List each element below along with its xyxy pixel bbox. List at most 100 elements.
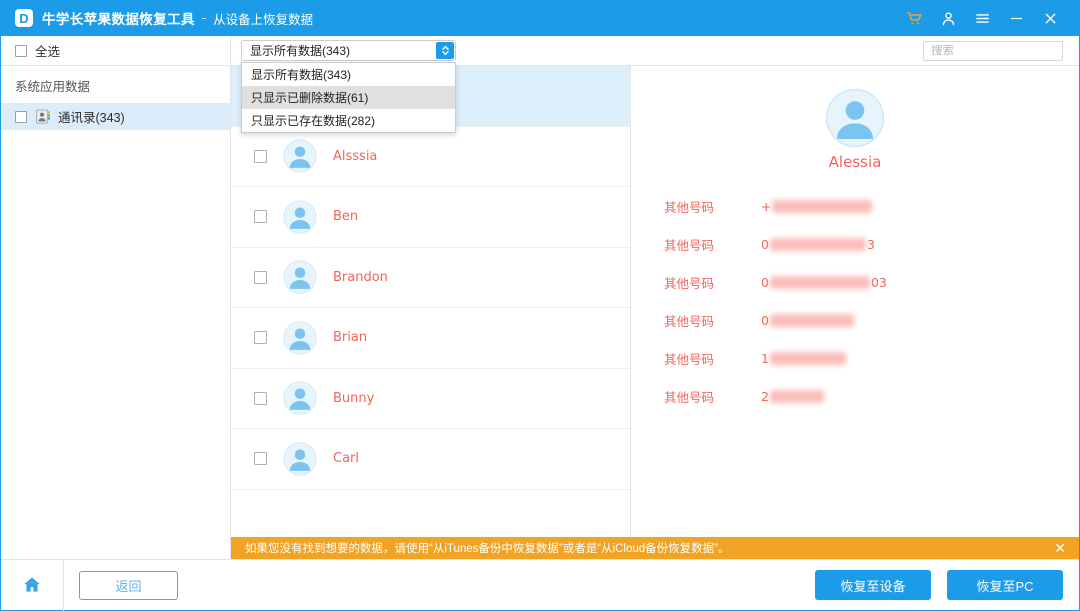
avatar [283,321,317,355]
main-body: 系统应用数据 通讯录(343) [1,66,1079,559]
filter-option-existing[interactable]: 只显示已存在数据(282) [242,109,455,132]
sidebar-item-checkbox[interactable] [15,111,27,123]
detail-contact-name: Alessia [829,153,882,171]
redacted-value [772,200,872,213]
filter-select[interactable]: 显示所有数据(343) [241,40,456,61]
list-item[interactable]: Ben [231,187,630,248]
list-item-checkbox[interactable] [254,150,267,163]
restore-to-device-button[interactable]: 恢复至设备 [815,570,931,600]
filter-area: 显示所有数据(343) 显示所有数据(343) 只显示已删除数据(61) 只显示… [231,36,899,66]
home-icon[interactable] [1,560,64,611]
app-logo-icon: D [15,9,33,27]
cart-icon[interactable] [897,0,931,36]
avatar [283,139,317,173]
avatar [283,381,317,415]
avatar [283,442,317,476]
avatar [825,88,885,148]
detail-field-row: 其他号码 0 03 [664,263,1079,301]
detail-value-prefix: 0 [761,237,769,252]
user-icon[interactable] [931,0,965,36]
list-item-checkbox[interactable] [254,392,267,405]
detail-field-row: 其他号码 2 [664,377,1079,415]
list-item-checkbox[interactable] [254,452,267,465]
sidebar-item-label: 通讯录(343) [58,107,125,126]
detail-field-label: 其他号码 [664,387,736,406]
list-item[interactable]: Carl [231,429,630,490]
list-item-name: Bunny [333,391,374,406]
filter-option-all[interactable]: 显示所有数据(343) [242,63,455,86]
app-title: 牛学长苹果数据恢复工具 [42,8,195,28]
contact-detail: Alessia 其他号码 + 其他号码 0 3 [631,66,1079,559]
sidebar-item-contacts[interactable]: 通讯录(343) [1,103,230,130]
detail-field-label: 其他号码 [664,311,736,330]
list-item[interactable]: Brandon [231,248,630,309]
titlebar-actions [897,0,1067,36]
sidebar: 系统应用数据 通讯录(343) [1,66,231,559]
list-item-name: Brandon [333,270,388,285]
search-area [899,36,1079,66]
close-icon[interactable] [1033,0,1067,36]
list-item-checkbox[interactable] [254,331,267,344]
list-item[interactable]: Bunny [231,369,630,430]
redacted-value [770,238,866,251]
detail-field-value: 0 [761,313,855,328]
detail-field-value: 2 [761,389,825,404]
back-button[interactable]: 返回 [79,571,178,600]
redacted-value [770,390,824,403]
detail-field-row: 其他号码 0 [664,301,1079,339]
minimize-icon[interactable] [999,0,1033,36]
list-item-name: Carl [333,451,359,466]
chevron-updown-icon[interactable] [436,42,454,59]
detail-field-label: 其他号码 [664,197,736,216]
detail-value-suffix: 3 [867,237,875,252]
toolbar: 全选 显示所有数据(343) 显示所有数据(343) 只显示已删除数据(61) … [1,36,1079,66]
avatar [283,200,317,234]
list-item-name: Ben [333,209,358,224]
detail-value-suffix: 03 [871,275,887,290]
menu-icon[interactable] [965,0,999,36]
contact-list[interactable]: Alessia Alsssia [231,66,631,559]
list-item[interactable]: Alsssia [231,127,630,188]
detail-value-prefix: 0 [761,275,769,290]
close-icon[interactable]: ✕ [1051,541,1069,555]
select-all-area: 全选 [1,36,231,66]
detail-header: Alessia [631,88,1079,171]
contacts-icon [36,109,51,124]
app-subtitle: 从设备上恢复数据 [213,9,313,28]
list-item-checkbox[interactable] [254,210,267,223]
footer-bar: 返回 恢复至设备 恢复至PC [1,559,1079,610]
detail-field-value: 0 03 [761,275,887,290]
select-all-label: 全选 [35,41,60,60]
filter-dropdown-menu: 显示所有数据(343) 只显示已删除数据(61) 只显示已存在数据(282) [241,62,456,133]
list-item-name: Alsssia [333,149,377,164]
notification-text: 如果您没有找到想要的数据，请使用“从iTunes备份中恢复数据”或者是“从iCl… [245,540,1051,556]
list-item-checkbox[interactable] [254,271,267,284]
list-item-name: Brian [333,330,367,345]
detail-value-prefix: 1 [761,351,769,366]
detail-field-label: 其他号码 [664,349,736,368]
detail-field-value: + [761,199,873,214]
detail-field-row: 其他号码 1 [664,339,1079,377]
notification-bar: 如果您没有找到想要的数据，请使用“从iTunes备份中恢复数据”或者是“从iCl… [231,537,1079,559]
redacted-value [770,276,870,289]
detail-field-label: 其他号码 [664,273,736,292]
list-item[interactable]: Brian [231,308,630,369]
filter-select-value: 显示所有数据(343) [250,42,350,59]
detail-field-value: 1 [761,351,847,366]
detail-value-prefix: 0 [761,313,769,328]
detail-value-prefix: 2 [761,389,769,404]
restore-to-pc-button[interactable]: 恢复至PC [947,570,1063,600]
detail-fields: 其他号码 + 其他号码 0 3 其他号码 [631,187,1079,415]
search-input[interactable] [931,45,1080,57]
avatar [283,260,317,294]
select-all-checkbox[interactable] [15,45,27,57]
filter-select-wrap: 显示所有数据(343) 显示所有数据(343) 只显示已删除数据(61) 只显示… [241,40,456,61]
detail-field-row: 其他号码 + [664,187,1079,225]
title-separator: - [202,11,206,25]
redacted-value [770,314,854,327]
app-window: D 牛学长苹果数据恢复工具 - 从设备上恢复数据 [0,0,1080,611]
filter-option-deleted[interactable]: 只显示已删除数据(61) [242,86,455,109]
detail-field-label: 其他号码 [664,235,736,254]
detail-field-row: 其他号码 0 3 [664,225,1079,263]
search-box[interactable] [923,41,1063,61]
